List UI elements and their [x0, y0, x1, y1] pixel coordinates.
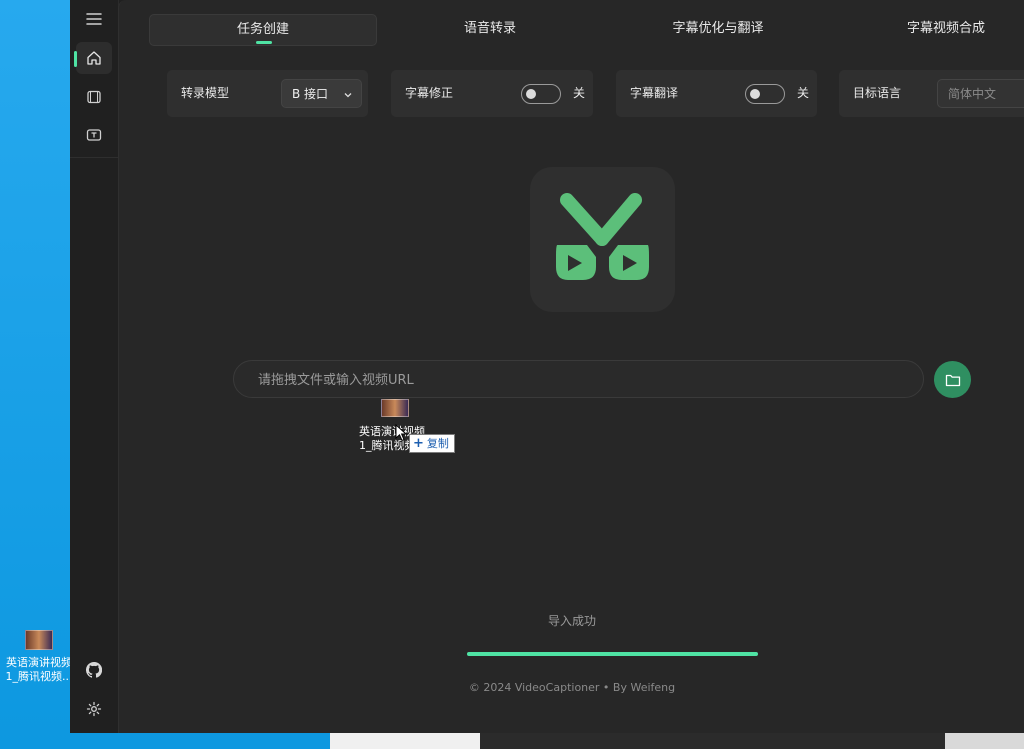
- transcription-model-label: 转录模型: [181, 86, 230, 100]
- video-thumbnail-icon: [25, 630, 53, 650]
- sidebar-item-subtitle[interactable]: [76, 119, 112, 151]
- background-windows: [330, 732, 1024, 749]
- subtitle-correction-card: 字幕修正 关: [391, 70, 593, 117]
- subtitle-translation-state: 关: [797, 86, 810, 100]
- chevron-down-icon: [343, 80, 353, 109]
- sidebar-item-home[interactable]: [74, 42, 112, 74]
- tab-label: 字幕优化与翻译: [672, 21, 764, 36]
- film-icon: [87, 90, 101, 104]
- settings-button[interactable]: [76, 693, 112, 725]
- folder-icon: [945, 374, 960, 386]
- desktop-file-icon[interactable]: 英语演讲视频 1_腾讯视频...: [0, 630, 78, 684]
- tab-transcription[interactable]: 语音转录: [377, 14, 603, 44]
- tab-label: 字幕视频合成: [906, 21, 985, 36]
- transcription-model-card: 转录模型 B 接口: [167, 70, 368, 117]
- target-language-card: 目标语言 简体中文: [839, 70, 1024, 117]
- plus-icon: +: [413, 436, 424, 451]
- app-window: 任务创建 语音转录 字幕优化与翻译 字幕视频合成 转录模型 B 接口 字幕修正 …: [70, 0, 1024, 733]
- active-tab-indicator: [256, 41, 272, 44]
- subtitle-correction-toggle[interactable]: [521, 84, 561, 104]
- mouse-cursor-icon: [395, 424, 407, 442]
- subtitle-correction-state: 关: [573, 86, 586, 100]
- subtitle-translation-card: 字幕翻译 关: [616, 70, 817, 117]
- import-status: 导入成功: [547, 614, 596, 628]
- github-icon: [86, 662, 102, 678]
- transcription-model-dropdown[interactable]: B 接口: [281, 79, 362, 108]
- desktop-file-name-line1: 英语演讲视频: [6, 656, 72, 669]
- subtitle-translation-label: 字幕翻译: [630, 86, 679, 100]
- url-input[interactable]: [256, 361, 900, 399]
- scissors-icon: [556, 193, 649, 280]
- tab-task-create[interactable]: 任务创建: [149, 14, 377, 46]
- progress-bar: [467, 652, 758, 656]
- tab-subtitle-optimize[interactable]: 字幕优化与翻译: [605, 14, 831, 44]
- tab-label: 语音转录: [463, 21, 516, 36]
- url-input-box: [233, 360, 924, 399]
- gear-icon: [86, 701, 102, 717]
- sidebar-item-video[interactable]: [76, 81, 112, 113]
- target-language-dropdown[interactable]: 简体中文: [937, 79, 1024, 108]
- progress-fill: [467, 652, 758, 656]
- app-logo: [530, 167, 675, 312]
- video-thumbnail-icon: [381, 399, 409, 417]
- sidebar: [70, 0, 119, 733]
- main-panel: 任务创建 语音转录 字幕优化与翻译 字幕视频合成 转录模型 B 接口 字幕修正 …: [118, 0, 1024, 733]
- home-icon: [87, 51, 101, 65]
- target-language-label: 目标语言: [853, 86, 902, 100]
- text-icon: [86, 129, 102, 141]
- menu-button[interactable]: [76, 3, 112, 35]
- desktop-file-name-line2: 1_腾讯视频...: [5, 670, 73, 683]
- tab-bar: 任务创建 语音转录 字幕优化与翻译 字幕视频合成: [149, 14, 1024, 46]
- tab-video-synthesis[interactable]: 字幕视频合成: [833, 14, 1024, 44]
- open-folder-button[interactable]: [934, 361, 971, 398]
- github-button[interactable]: [76, 654, 112, 686]
- copyright-text: © 2024 VideoCaptioner • By Weifeng: [468, 681, 676, 694]
- subtitle-correction-label: 字幕修正: [405, 86, 454, 100]
- copy-drop-tooltip: + 复制: [409, 434, 455, 453]
- tab-label: 任务创建: [236, 22, 289, 37]
- menu-icon: [86, 13, 102, 25]
- subtitle-translation-toggle[interactable]: [745, 84, 785, 104]
